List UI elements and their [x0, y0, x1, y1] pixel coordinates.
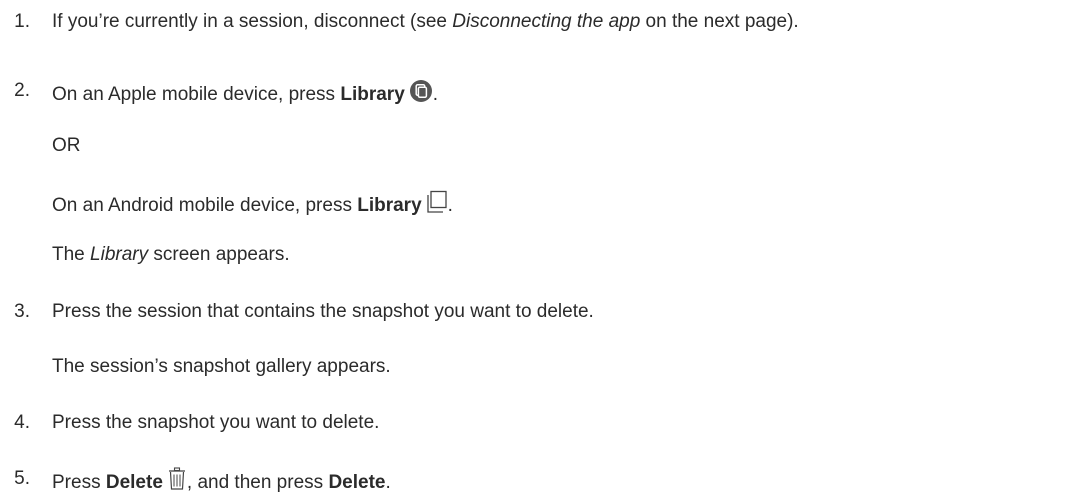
step-number: 2.	[14, 80, 30, 101]
ui-label-delete: Delete	[105, 472, 163, 493]
step-text: Press the snapshot you want to delete.	[52, 412, 380, 433]
step-number: 3.	[14, 301, 30, 322]
step-number: 1.	[14, 11, 30, 32]
step-text: On an Apple mobile device, press Library…	[52, 79, 438, 110]
step-text: If you’re currently in a session, discon…	[52, 11, 799, 32]
step-number: 5.	[14, 468, 30, 489]
ui-label-library: Library	[357, 195, 422, 216]
step-text: On an Android mobile device, press Libra…	[52, 190, 453, 221]
library-outline-icon	[426, 190, 448, 221]
ui-label-delete-confirm: Delete	[328, 472, 386, 493]
screen-name: Library	[90, 244, 149, 265]
ui-label-library: Library	[340, 84, 405, 105]
step-text: Press the session that contains the snap…	[52, 301, 594, 322]
step-text: Press Delete , and then press Delete.	[52, 467, 391, 498]
library-circle-icon	[409, 79, 433, 110]
trash-icon	[167, 467, 187, 498]
cross-reference: Disconnecting the app	[452, 11, 641, 32]
step-number: 4.	[14, 412, 30, 433]
